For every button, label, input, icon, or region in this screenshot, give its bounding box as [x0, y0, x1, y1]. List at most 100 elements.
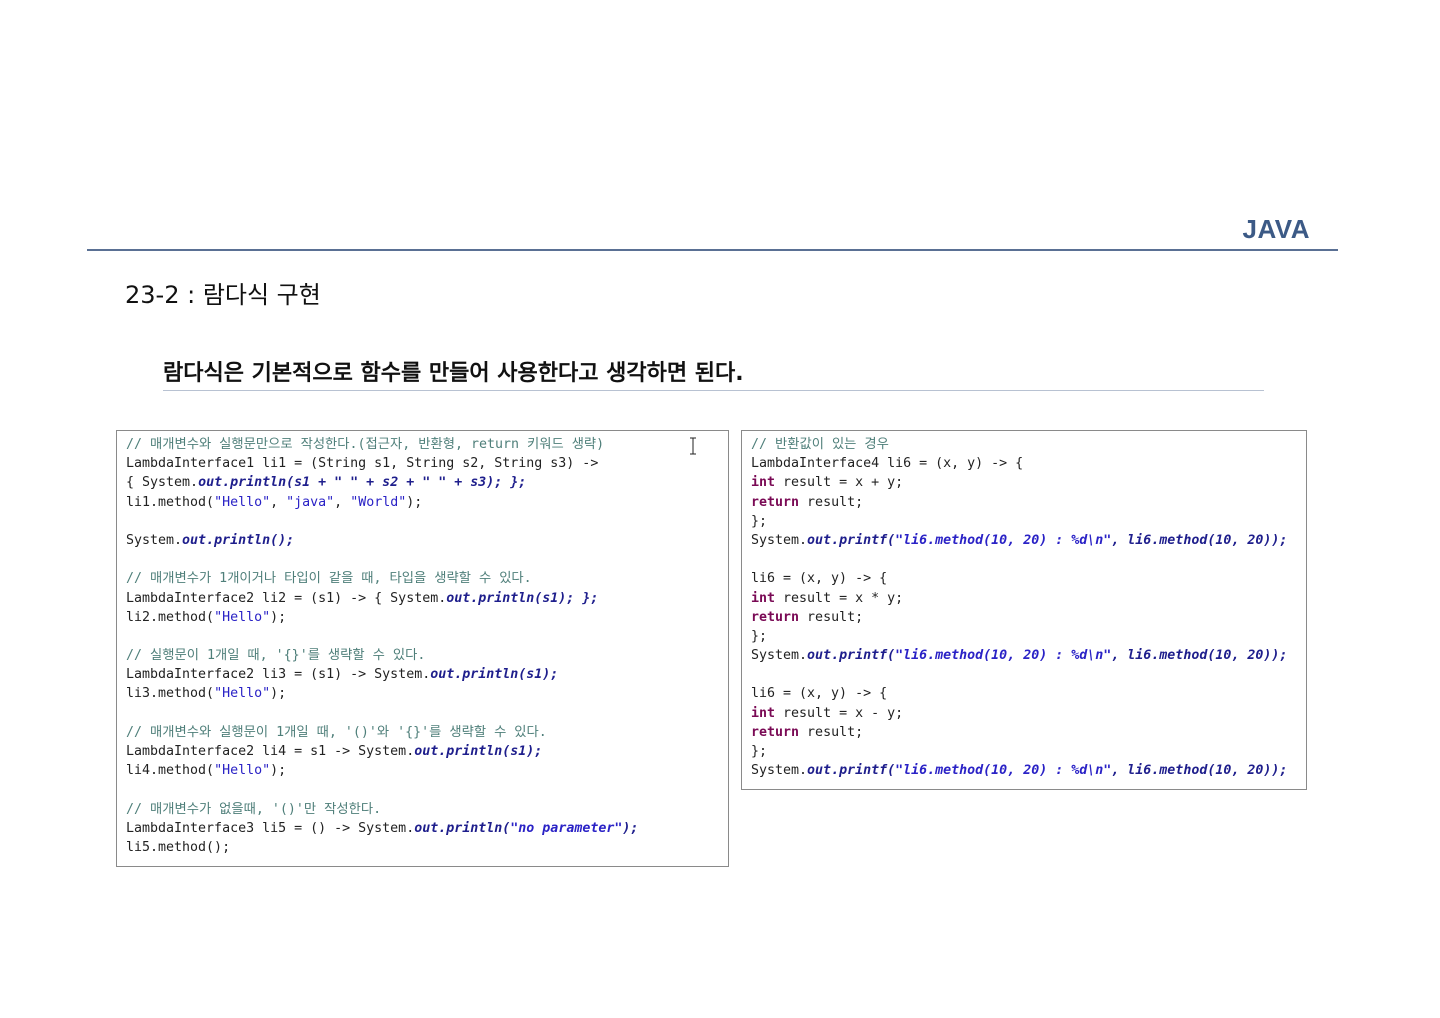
code-token: LambdaInterface4 li6 = (x, y) -> { — [751, 456, 1024, 472]
code-token: ); — [622, 820, 639, 836]
code-token: { System. — [126, 475, 199, 491]
left-code-line: { System.out.println(s1 + " " + s2 + " "… — [126, 473, 728, 492]
code-token: li2.method( — [126, 609, 215, 625]
left-code-line: // 매개변수와 실행문만으로 작성한다.(접근자, 반환형, return 키… — [126, 435, 728, 454]
code-token: int — [751, 705, 776, 721]
code-token: LambdaInterface2 li4 = s1 -> System. — [126, 744, 415, 759]
code-token: , — [334, 494, 351, 510]
code-token: li4.method( — [126, 763, 215, 779]
code-token: "li6.method(10, 20) : %d\n" — [895, 532, 1112, 548]
right-code-line — [751, 665, 1306, 684]
right-code-line: System.out.printf("li6.method(10, 20) : … — [751, 531, 1306, 550]
left-code-line — [126, 550, 728, 569]
right-code-block: // 반환값이 있는 경우 LambdaInterface4 li6 = (x, … — [741, 430, 1307, 790]
code-token: System. — [751, 648, 808, 664]
code-token: "Hello" — [214, 609, 271, 625]
left-code-line — [126, 704, 728, 723]
code-token: LambdaInterface2 li2 = (s1) -> { System. — [126, 590, 447, 606]
left-code-line — [126, 627, 728, 646]
code-token: }; — [751, 744, 768, 759]
right-code-line: System.out.printf("li6.method(10, 20) : … — [751, 646, 1306, 665]
code-token: "World" — [350, 494, 407, 510]
code-token: out.printf( — [807, 648, 896, 664]
left-code-block: // 매개변수와 실행문만으로 작성한다.(접근자, 반환형, return 키… — [116, 430, 729, 867]
code-token: result = x - y; — [775, 705, 904, 721]
code-token: "no parameter" — [510, 820, 623, 836]
slide-subtitle: 람다식은 기본적으로 함수를 만들어 사용한다고 생각하면 된다. — [163, 361, 744, 386]
code-token: // 반환값이 있는 경우 — [751, 437, 889, 452]
code-token: int — [751, 475, 776, 491]
code-token: out.println(s1); — [414, 744, 543, 759]
code-token: out.println(s1); — [430, 667, 559, 683]
code-token: out.printf( — [807, 532, 896, 548]
header-divider — [87, 249, 1338, 251]
left-code-line: System.out.println(); — [126, 531, 728, 550]
code-token: result; — [799, 724, 864, 740]
code-token: , li6.method(10, 20)); — [1111, 763, 1288, 779]
code-token: // 매개변수가 없을때, '()'만 작성한다. — [126, 801, 382, 817]
code-token: int — [751, 590, 776, 606]
left-code-line: // 매개변수가 1개이거나 타입이 같을 때, 타입을 생략할 수 있다. — [126, 569, 728, 588]
right-code-line: int result = x + y; — [751, 473, 1306, 492]
code-token: result = x + y; — [775, 475, 904, 491]
left-code-line: li1.method("Hello", "java", "World"); — [126, 493, 728, 512]
right-code-line: li6 = (x, y) -> { — [751, 684, 1306, 703]
code-token: System. — [751, 763, 808, 779]
code-token: LambdaInterface2 li3 = (s1) -> System. — [126, 667, 431, 683]
left-code-line — [126, 780, 728, 799]
left-code-line: LambdaInterface2 li2 = (s1) -> { System.… — [126, 589, 728, 608]
code-token: out.printf( — [807, 763, 896, 779]
code-token: out.println(s1 + " " + s2 + " " + s3); }… — [198, 475, 527, 491]
code-token: return — [751, 609, 800, 625]
code-token: li1.method( — [126, 494, 215, 510]
right-code-line: int result = x - y; — [751, 704, 1306, 723]
right-code-line: int result = x * y; — [751, 589, 1306, 608]
code-token: return — [751, 494, 800, 510]
left-code-line: li3.method("Hello"); — [126, 684, 728, 703]
code-token: // 실행문이 1개일 때, '{}'를 생략할 수 있다. — [126, 648, 426, 664]
code-token: out.println( — [414, 820, 511, 836]
code-token: result; — [799, 494, 864, 510]
right-code-line: }; — [751, 742, 1306, 761]
left-code-line: LambdaInterface2 li3 = (s1) -> System.ou… — [126, 665, 728, 684]
right-code-line: li6 = (x, y) -> { — [751, 569, 1306, 588]
right-code-line: return result; — [751, 493, 1306, 512]
left-code-line: // 매개변수가 없을때, '()'만 작성한다. — [126, 800, 728, 819]
code-token: return — [751, 724, 800, 740]
code-token: System. — [126, 532, 183, 548]
left-code-line: // 매개변수와 실행문이 1개일 때, '()'와 '{}'를 생략할 수 있… — [126, 723, 728, 742]
code-token: LambdaInterface3 li5 = () -> System. — [126, 820, 415, 836]
code-token: , li6.method(10, 20)); — [1111, 648, 1288, 664]
text-cursor-icon — [690, 437, 696, 455]
code-token: LambdaInterface1 li1 = (String s1, Strin… — [126, 456, 599, 472]
code-token: out.println(); — [182, 532, 295, 548]
left-code-line: li2.method("Hello"); — [126, 608, 728, 627]
code-token: ); — [270, 609, 287, 625]
left-code-line: // 실행문이 1개일 때, '{}'를 생략할 수 있다. — [126, 646, 728, 665]
code-token: "Hello" — [214, 763, 271, 779]
code-token: System. — [751, 532, 808, 548]
code-token: ); — [406, 494, 423, 510]
right-code-line: return result; — [751, 608, 1306, 627]
code-token: result; — [799, 609, 864, 625]
left-code-line — [126, 512, 728, 531]
code-token: result = x * y; — [775, 590, 904, 606]
code-token: "java" — [286, 494, 335, 510]
code-token: }; — [751, 513, 768, 529]
left-code-line: LambdaInterface1 li1 = (String s1, Strin… — [126, 454, 728, 473]
section-title: 23-2 : 람다식 구현 — [125, 281, 321, 309]
code-token: li5.method(); — [126, 839, 231, 855]
code-token: }; — [751, 628, 768, 644]
code-token: li6 = (x, y) -> { — [751, 686, 888, 702]
left-code-line: li4.method("Hello"); — [126, 761, 728, 780]
code-token: , li6.method(10, 20)); — [1111, 532, 1288, 548]
code-token: "Hello" — [214, 686, 271, 702]
right-code-line: // 반환값이 있는 경우 — [751, 435, 1306, 454]
code-token: // 매개변수와 실행문이 1개일 때, '()'와 '{}'를 생략할 수 있… — [126, 724, 547, 740]
right-code-line: }; — [751, 512, 1306, 531]
code-token: // 매개변수가 1개이거나 타입이 같을 때, 타입을 생략할 수 있다. — [126, 571, 532, 587]
code-token: ); — [270, 763, 287, 779]
left-code-line: li5.method(); — [126, 838, 728, 857]
code-token: // 매개변수와 실행문만으로 작성한다.(접근자, 반환형, return 키… — [126, 437, 605, 452]
brand-logo-text: JAVA — [1242, 214, 1310, 244]
